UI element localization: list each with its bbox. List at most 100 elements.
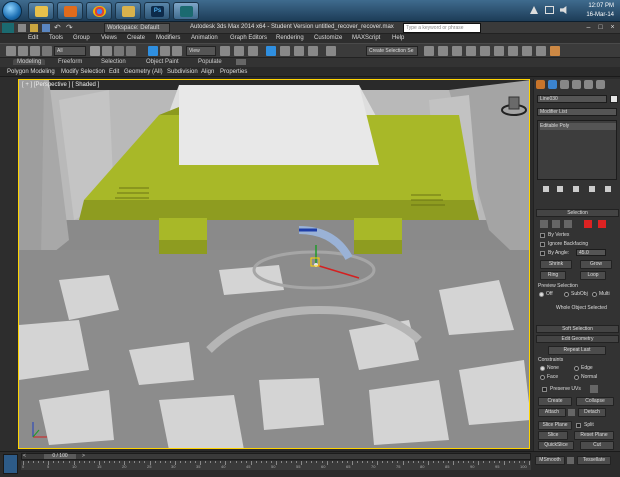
preserve-uvs-checkbox[interactable] <box>542 387 547 392</box>
curve-editor-icon[interactable] <box>480 46 490 56</box>
arrow-up-icon[interactable] <box>530 6 538 14</box>
schematic-view-icon[interactable] <box>494 46 504 56</box>
unlink-icon[interactable] <box>30 46 40 56</box>
render-setup-icon[interactable] <box>522 46 532 56</box>
rectangular-selection-icon[interactable] <box>114 46 124 56</box>
menu-maxscript[interactable]: MAXScript <box>352 35 380 41</box>
show-end-result-icon[interactable] <box>557 186 563 192</box>
redo-icon[interactable]: ↷ <box>66 24 74 32</box>
link-icon[interactable] <box>18 46 28 56</box>
grow-button[interactable]: Grow <box>580 260 612 269</box>
time-slider-thumb[interactable]: 0 / 100 <box>44 454 76 459</box>
attach-button[interactable]: Attach <box>538 408 566 417</box>
photoshop-taskbar-button[interactable]: Ps <box>144 2 170 20</box>
spinner-snap-icon[interactable] <box>308 46 318 56</box>
collapse-button[interactable]: Collapse <box>576 397 614 406</box>
utilities-tab-icon[interactable] <box>596 80 605 89</box>
chevron-right-icon[interactable]: > <box>82 454 88 459</box>
edit-geometry-rollout[interactable]: Edit Geometry <box>536 335 619 343</box>
vertex-level-icon[interactable] <box>540 220 548 228</box>
reset-plane-button[interactable]: Reset Plane <box>574 431 614 440</box>
selection-rollout[interactable]: Selection <box>536 209 619 217</box>
constraint-normal-radio[interactable] <box>574 375 579 380</box>
preview-subobj-radio[interactable] <box>564 292 569 297</box>
modifier-list-dropdown[interactable]: Modifier List <box>537 108 617 116</box>
hierarchy-tab-icon[interactable] <box>560 80 569 89</box>
constraint-face-radio[interactable] <box>540 375 545 380</box>
menu-modifiers[interactable]: Modifiers <box>156 35 180 41</box>
align-icon[interactable] <box>438 46 448 56</box>
chevron-left-icon[interactable]: < <box>23 454 29 459</box>
select-object-icon[interactable] <box>90 46 100 56</box>
ribbon-subdivision[interactable]: Subdivision <box>167 69 198 75</box>
ribbon-properties[interactable]: Properties <box>220 69 247 75</box>
menu-customize[interactable]: Customize <box>314 35 342 41</box>
tab-object-paint[interactable]: Object Paint <box>146 59 179 65</box>
clock-date[interactable]: 16-Mar-14 <box>574 12 614 18</box>
menu-animation[interactable]: Animation <box>191 35 218 41</box>
menu-group[interactable]: Group <box>73 35 90 41</box>
manipulate-icon[interactable] <box>234 46 244 56</box>
by-angle-checkbox[interactable] <box>540 251 545 256</box>
loop-button[interactable]: Loop <box>580 271 606 280</box>
preview-off-radio[interactable] <box>539 292 544 297</box>
select-rotate-icon[interactable] <box>160 46 170 56</box>
time-slider[interactable]: 0 / 100 < > <box>21 453 531 460</box>
3dsmax-taskbar-button[interactable] <box>173 2 199 20</box>
named-selection-dropdown[interactable]: Create Selection Se <box>366 46 418 56</box>
ribbon-polygon-modeling[interactable]: Polygon Modeling <box>7 69 55 75</box>
menu-edit[interactable]: Edit <box>28 35 38 41</box>
search-input[interactable]: Type a keyword or phrase <box>403 23 481 33</box>
attach-settings-icon[interactable] <box>568 409 575 416</box>
preview-multi-radio[interactable] <box>592 292 597 297</box>
selection-filter-dropdown[interactable]: All <box>54 46 86 56</box>
object-name-field[interactable]: Line030 <box>537 95 607 103</box>
quickslice-button[interactable]: QuickSlice <box>538 441 574 450</box>
edge-level-icon[interactable] <box>552 220 560 228</box>
3dsmax-app-icon[interactable] <box>2 23 14 33</box>
menu-rendering[interactable]: Rendering <box>276 35 304 41</box>
create-tab-icon[interactable] <box>536 80 545 89</box>
motion-tab-icon[interactable] <box>572 80 581 89</box>
ignore-backfacing-checkbox[interactable] <box>540 242 545 247</box>
maxscript-listener-button[interactable] <box>3 454 18 474</box>
graphite-ribbon-icon[interactable] <box>466 46 476 56</box>
pin-stack-icon[interactable] <box>543 186 549 192</box>
create-button[interactable]: Create <box>538 397 572 406</box>
viewport-label[interactable]: [ + ] [Perspective ] [ Shaded ] <box>22 82 99 88</box>
network-icon[interactable] <box>545 6 554 14</box>
configure-sets-icon[interactable] <box>605 186 611 192</box>
clock-time[interactable]: 12:07 PM <box>574 3 614 9</box>
window-crossing-icon[interactable] <box>126 46 136 56</box>
ring-button[interactable]: Ring <box>540 271 566 280</box>
save-file-icon[interactable] <box>42 24 50 32</box>
tab-freeform[interactable]: Freeform <box>58 59 82 65</box>
pivot-icon[interactable] <box>220 46 230 56</box>
layer-manager-icon[interactable] <box>452 46 462 56</box>
viewcube[interactable] <box>501 92 527 118</box>
reference-coordinate-dropdown[interactable]: View <box>186 46 216 56</box>
tessellate-button[interactable]: Tessellate <box>577 456 611 465</box>
angle-snap-icon[interactable] <box>280 46 290 56</box>
preserve-uvs-settings-icon[interactable] <box>590 385 598 393</box>
ribbon-align[interactable]: Align <box>201 69 214 75</box>
repeat-last-button[interactable]: Repeat Last <box>548 346 606 355</box>
media-player-taskbar-button[interactable] <box>57 2 83 20</box>
slice-button[interactable]: Slice <box>538 431 568 440</box>
menu-tools[interactable]: Tools <box>49 35 63 41</box>
percent-snap-icon[interactable] <box>294 46 304 56</box>
ribbon-modify-selection[interactable]: Modify Selection <box>61 69 105 75</box>
make-unique-icon[interactable] <box>573 186 579 192</box>
tab-populate[interactable]: Populate <box>198 59 222 65</box>
chrome-taskbar-button[interactable] <box>86 2 112 20</box>
menu-help[interactable]: Help <box>392 35 404 41</box>
new-file-icon[interactable] <box>18 24 26 32</box>
remove-modifier-icon[interactable] <box>589 186 595 192</box>
ribbon-options-icon[interactable] <box>236 59 246 65</box>
select-scale-icon[interactable] <box>172 46 182 56</box>
material-editor-icon[interactable] <box>508 46 518 56</box>
detach-button[interactable]: Detach <box>578 408 606 417</box>
minimize-icon[interactable]: – <box>584 23 593 32</box>
constraint-none-radio[interactable] <box>540 366 545 371</box>
tab-modeling[interactable]: Modeling <box>13 59 46 65</box>
